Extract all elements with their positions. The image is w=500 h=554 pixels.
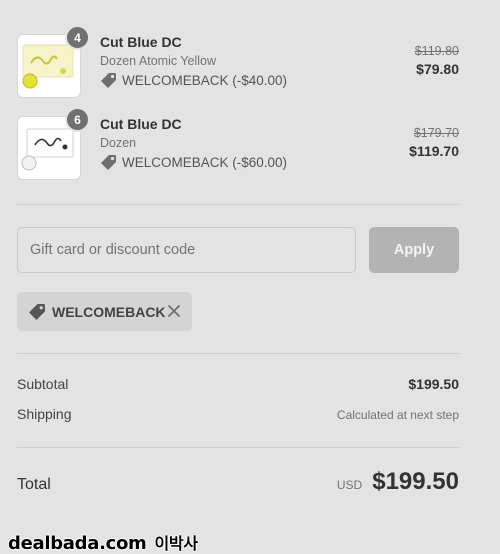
total-row: Total USD $199.50 xyxy=(17,468,459,496)
applied-code-tag: WELCOMEBACK xyxy=(17,292,192,331)
product-image: 6 xyxy=(17,107,90,180)
line-item: 6 Cut Blue DC Dozen WELCOMEBACK (-$60.00… xyxy=(17,107,459,186)
remove-code-icon[interactable] xyxy=(166,303,182,319)
tag-icon xyxy=(28,303,46,321)
watermark-name: 이박사 xyxy=(154,534,199,553)
original-price: $179.70 xyxy=(413,126,459,140)
original-price: $119.80 xyxy=(414,44,459,58)
watermark-site: dealbada.com xyxy=(8,533,147,554)
total-label: Total xyxy=(17,476,51,493)
item-variant: Dozen xyxy=(100,136,137,150)
item-details: Cut Blue DC Dozen Atomic Yellow WELCOMEB… xyxy=(100,34,287,89)
apply-button[interactable]: Apply xyxy=(369,227,459,273)
subtotal-label: Subtotal xyxy=(17,376,69,392)
divider xyxy=(17,204,459,205)
item-discount: WELCOMEBACK (-$60.00) xyxy=(100,154,287,171)
quantity-badge: 4 xyxy=(65,25,90,50)
item-prices: $119.80 $79.80 xyxy=(415,44,459,77)
item-variant: Dozen Atomic Yellow xyxy=(100,54,217,68)
discount-code-input[interactable] xyxy=(17,227,356,273)
discounted-price: $119.70 xyxy=(409,143,459,159)
subtotal-value: $199.50 xyxy=(408,376,459,392)
total-value: $199.50 xyxy=(372,468,459,495)
shipping-row: Shipping Calculated at next step xyxy=(17,406,459,422)
line-item: 4 Cut Blue DC Dozen Atomic Yellow WELCOM… xyxy=(17,25,459,104)
watermark: dealbada.com 이박사 xyxy=(8,530,198,554)
subtotal-row: Subtotal $199.50 xyxy=(17,376,459,392)
currency-code: USD xyxy=(336,478,363,492)
tag-icon xyxy=(101,155,116,170)
shipping-value: Calculated at next step xyxy=(336,408,459,422)
discounted-price: $79.80 xyxy=(416,61,459,77)
tag-icon xyxy=(101,73,116,88)
item-prices: $179.70 $119.70 xyxy=(409,126,459,159)
item-name: Cut Blue DC xyxy=(100,116,182,132)
quantity-badge: 6 xyxy=(65,107,90,132)
item-discount: WELCOMEBACK (-$40.00) xyxy=(100,72,287,89)
applied-code-label: WELCOMEBACK xyxy=(52,303,166,320)
product-image: 4 xyxy=(17,25,90,98)
total-amount: USD $199.50 xyxy=(337,468,459,496)
item-discount-label: WELCOMEBACK (-$40.00) xyxy=(122,73,288,88)
divider xyxy=(17,353,459,354)
item-name: Cut Blue DC xyxy=(100,34,182,50)
item-details: Cut Blue DC Dozen WELCOMEBACK (-$60.00) xyxy=(100,116,287,171)
item-discount-label: WELCOMEBACK (-$60.00) xyxy=(122,155,288,170)
product-white-balls-icon xyxy=(21,128,74,171)
product-yellow-balls-icon xyxy=(22,44,74,89)
divider xyxy=(17,447,459,448)
shipping-label: Shipping xyxy=(17,406,72,422)
